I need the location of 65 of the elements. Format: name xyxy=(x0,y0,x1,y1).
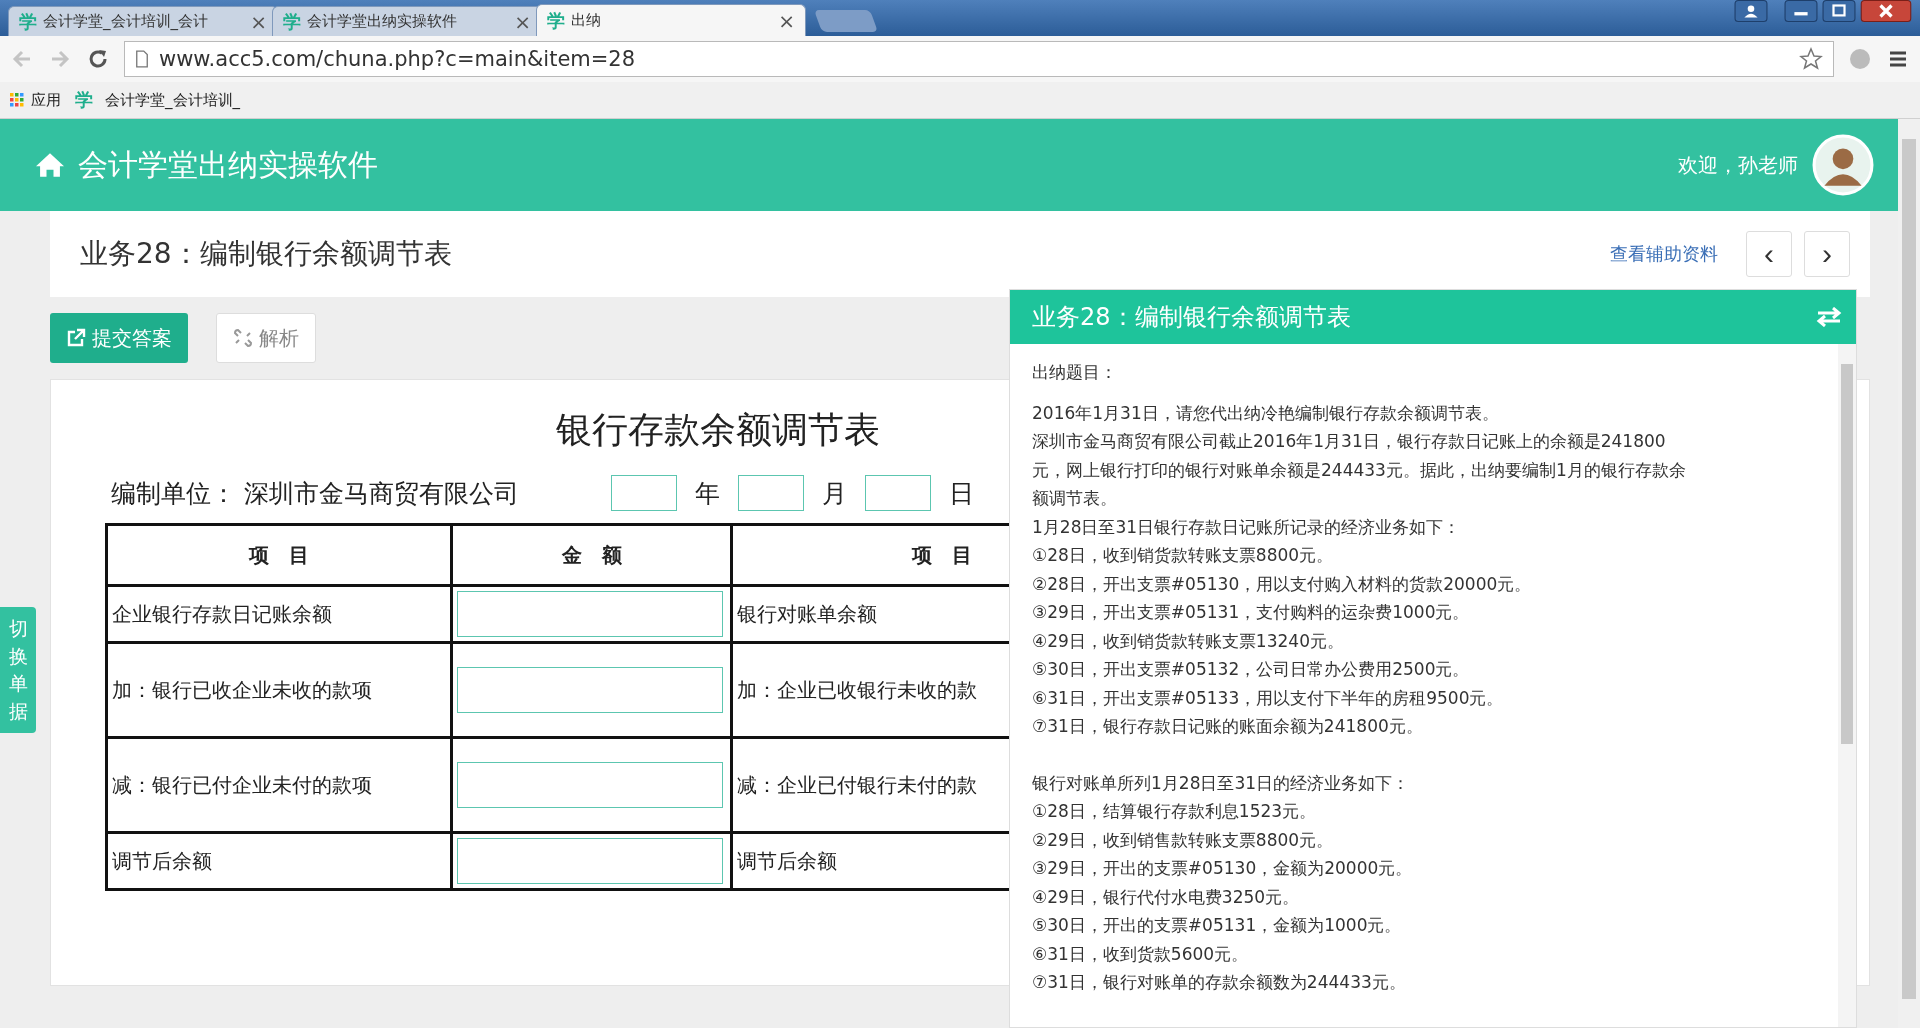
date-unit: 月 xyxy=(822,477,847,510)
date-input[interactable] xyxy=(865,475,931,511)
question-text: ⑤30日，开出的支票#05131，金额为1000元。 xyxy=(1032,914,1403,937)
bookmark[interactable]: 应用 xyxy=(10,90,61,110)
site-favicon: 学 xyxy=(547,8,565,33)
scrollbar[interactable] xyxy=(1898,119,1920,1028)
amount-input[interactable] xyxy=(457,591,723,637)
apps-grid-icon xyxy=(10,92,25,108)
previous-button[interactable]: ‹ xyxy=(1746,231,1792,277)
task-title: 业务28：编制银行余额调节表 xyxy=(80,236,452,272)
amount-input[interactable] xyxy=(457,762,723,808)
tab-title: 会计学堂_会计培训_会计 xyxy=(43,12,209,31)
bookmark[interactable]: 学 会计学堂_会计培训_ xyxy=(75,88,240,112)
extension-icon[interactable] xyxy=(1848,47,1872,71)
amount-input[interactable] xyxy=(457,838,723,884)
table-cell: 减：银行已付企业未付的款项 xyxy=(106,737,452,833)
question-text: 2016年1月31日，请您代出纳冷艳编制银行存款余额调节表。 xyxy=(1032,401,1500,425)
unit-label: 编制单位： xyxy=(111,477,236,510)
swap-icon[interactable] xyxy=(1816,307,1842,327)
form-title: 银行存款余额调节表 xyxy=(556,408,880,452)
browser-tab[interactable]: 学 出纳 × xyxy=(536,4,806,36)
bookmark-label: 应用 xyxy=(31,90,61,110)
unit-name: 深圳市金马商贸有限公司 xyxy=(244,477,519,510)
new-tab-button[interactable] xyxy=(814,10,878,32)
app-title: 会计学堂出纳实操软件 xyxy=(78,145,378,184)
table-cell: 企业银行存款日记账余额 xyxy=(106,585,452,643)
panel-title: 业务28：编制银行余额调节表 xyxy=(1032,302,1351,333)
close-tab-icon[interactable]: × xyxy=(778,8,795,33)
date-input[interactable] xyxy=(611,475,677,511)
scrollbar[interactable] xyxy=(1838,344,1856,1027)
home-icon[interactable] xyxy=(36,152,64,178)
avatar[interactable] xyxy=(1812,134,1874,196)
broken-link-icon xyxy=(233,328,253,348)
external-link-icon xyxy=(66,328,86,348)
tab-title: 会计学堂出纳实操软件 xyxy=(307,12,458,31)
page-icon xyxy=(135,50,149,68)
reference-link[interactable]: 查看辅助资料 xyxy=(1610,242,1718,266)
star-icon[interactable] xyxy=(1799,47,1823,71)
amount-input[interactable] xyxy=(457,667,723,713)
tab-title: 出纳 xyxy=(571,11,602,30)
close-icon[interactable] xyxy=(1860,0,1912,22)
close-tab-icon[interactable]: × xyxy=(250,9,267,34)
minimize-icon[interactable] xyxy=(1784,0,1818,22)
close-tab-icon[interactable]: × xyxy=(514,9,531,34)
date-unit: 日 xyxy=(949,477,974,510)
welcome-text: 欢迎，孙老师 xyxy=(1678,151,1798,179)
question-heading: 出纳题目： xyxy=(1032,361,1118,384)
question-text: ⑥31日，收到货款5600元。 xyxy=(1032,942,1250,966)
question-text: 深圳市金马商贸有限公司截止2016年1月31日，银行存款日记账上的余额是241800元，网上银行打印的银行对账单余额是244433元。据此，出纳要编制1月的银行存款余额调节表。 xyxy=(1032,430,1687,510)
analysis-button[interactable]: 解析 xyxy=(216,313,316,363)
bookmark-label: 会计学堂_会计培训_ xyxy=(105,90,240,110)
table-cell: 加：银行已收企业未收的款项 xyxy=(106,642,452,738)
next-button[interactable]: › xyxy=(1804,231,1850,277)
address-bar[interactable]: www.acc5.com/chuna.php?c=main&item=28 xyxy=(124,41,1834,77)
site-favicon: 学 xyxy=(283,9,301,34)
table-cell: 调节后余额 xyxy=(106,832,452,890)
question-text: ⑦31日，银行对账单的存款余额数为244433元。 xyxy=(1032,971,1407,994)
date-unit: 年 xyxy=(695,477,720,510)
column-header: 项 目 xyxy=(106,524,452,586)
site-favicon: 学 xyxy=(75,88,93,112)
column-header: 金 额 xyxy=(451,524,732,586)
date-input[interactable] xyxy=(738,475,804,511)
user-icon[interactable] xyxy=(1734,0,1768,22)
site-favicon: 学 xyxy=(19,9,37,34)
maximize-icon[interactable] xyxy=(1822,0,1856,22)
